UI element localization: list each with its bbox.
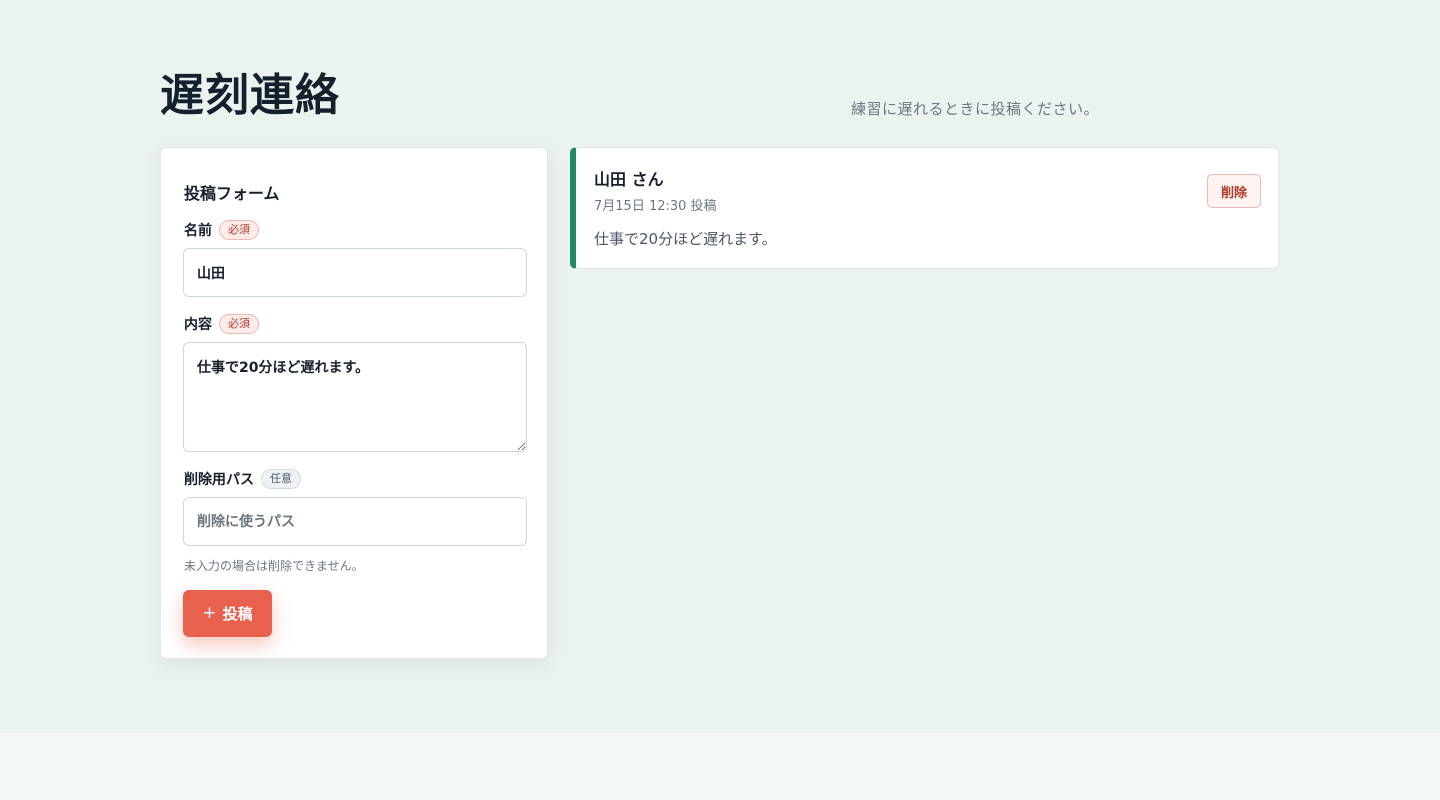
- post-timestamp: 7月15日 12:30 投稿: [594, 199, 717, 214]
- page-background: 遅刻連絡 練習に遅れるときに投稿ください。 投稿フォーム 名前 必須 内容 必須…: [0, 0, 1440, 733]
- post-author: 山田 さん: [594, 170, 664, 189]
- name-label-row: 名前 必須: [184, 220, 259, 240]
- submit-label: 投稿: [222, 605, 253, 623]
- content-required-badge: 必須: [219, 314, 259, 334]
- submit-post-button[interactable]: + 投稿: [183, 590, 272, 637]
- post-body: 仕事で20分ほど遅れます。: [594, 230, 777, 248]
- content-label-row: 内容 必須: [184, 314, 259, 334]
- footer-area: [0, 733, 1440, 800]
- content-label: 内容: [184, 317, 212, 333]
- name-required-badge: 必須: [219, 220, 259, 240]
- name-label: 名前: [184, 223, 212, 239]
- password-help-text: 未入力の場合は削除できません。: [184, 559, 364, 573]
- name-input[interactable]: [183, 248, 527, 297]
- content-textarea[interactable]: 仕事で20分ほど遅れます。: [183, 342, 527, 452]
- password-label: 削除用パス: [184, 472, 254, 488]
- post-card: 山田 さん 7月15日 12:30 投稿 仕事で20分ほど遅れます。 削除: [570, 147, 1279, 269]
- form-heading: 投稿フォーム: [184, 184, 280, 203]
- page-subtitle: 練習に遅れるときに投稿ください。: [851, 100, 1100, 118]
- plus-icon: +: [202, 603, 217, 623]
- post-form-card: 投稿フォーム 名前 必須 内容 必須 仕事で20分ほど遅れます。 削除用パス 任…: [160, 147, 548, 659]
- password-optional-badge: 任意: [261, 469, 301, 489]
- page-title: 遅刻連絡: [160, 70, 340, 121]
- delete-password-input[interactable]: [183, 497, 527, 546]
- password-label-row: 削除用パス 任意: [184, 469, 301, 489]
- delete-post-button[interactable]: 削除: [1207, 174, 1261, 208]
